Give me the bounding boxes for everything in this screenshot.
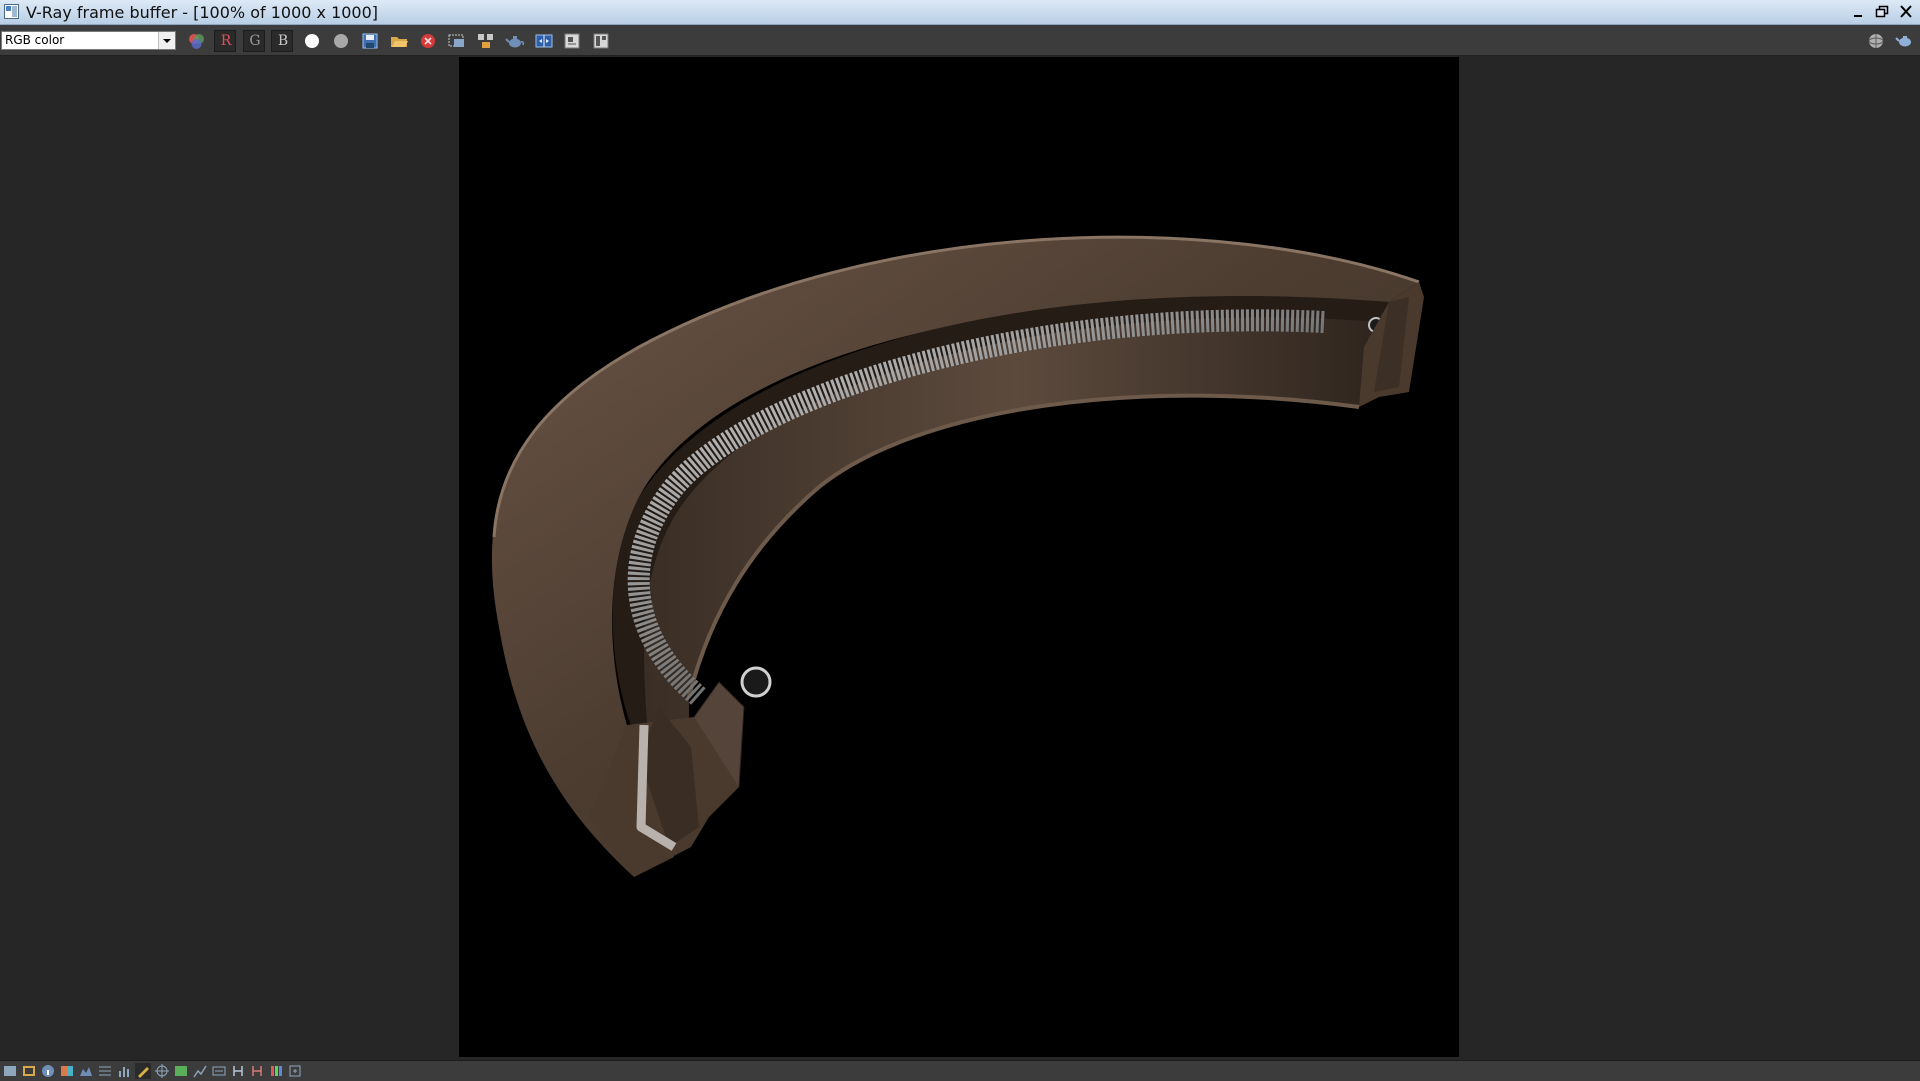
toolbar: RGB color R G B <box>0 25 1920 56</box>
lut-icon[interactable] <box>59 1063 75 1079</box>
vray-frame-buffer-window: V-Ray frame buffer - [100% of 1000 x 100… <box>0 0 1920 1081</box>
app-icon <box>4 4 19 19</box>
history-icon[interactable] <box>561 30 583 52</box>
track-mouse-icon[interactable] <box>475 30 497 52</box>
curves-icon[interactable] <box>97 1063 113 1079</box>
display-correction-icon[interactable] <box>2 1063 18 1079</box>
status-bar <box>0 1060 1920 1081</box>
stop-render-icon[interactable] <box>417 30 439 52</box>
color-bar-icon[interactable] <box>268 1063 284 1079</box>
chevron-down-icon[interactable] <box>158 32 175 49</box>
channel-g-button[interactable]: G <box>243 30 265 52</box>
seal-render-image <box>491 235 1424 878</box>
channel-select[interactable]: RGB color <box>1 31 176 50</box>
render-viewport[interactable] <box>459 57 1459 1057</box>
window-title: V-Ray frame buffer - [100% of 1000 x 100… <box>26 3 379 22</box>
title-bar: V-Ray frame buffer - [100% of 1000 x 100… <box>0 0 1920 25</box>
open-folder-icon[interactable] <box>388 30 410 52</box>
compare-icon[interactable] <box>533 30 555 52</box>
channel-b-label: B <box>277 33 289 49</box>
white-circle-icon[interactable] <box>301 30 323 52</box>
h-icon[interactable] <box>230 1063 246 1079</box>
levels-icon[interactable] <box>78 1063 94 1079</box>
globe-icon[interactable] <box>1865 30 1887 52</box>
channel-g-label: G <box>249 33 261 49</box>
channel-r-button[interactable]: R <box>214 30 236 52</box>
graph-icon[interactable] <box>192 1063 208 1079</box>
channel-select-value: RGB color <box>5 33 65 47</box>
h-icon-2[interactable] <box>249 1063 265 1079</box>
channel-r-label: R <box>220 33 232 49</box>
save-image-icon[interactable] <box>359 30 381 52</box>
region-render-icon[interactable] <box>446 30 468 52</box>
crosshair-icon[interactable] <box>154 1063 170 1079</box>
restore-button[interactable] <box>1872 2 1892 21</box>
render-teapot-icon[interactable] <box>504 30 526 52</box>
srgb-icon[interactable] <box>21 1063 37 1079</box>
channel-b-button[interactable]: B <box>271 30 293 52</box>
image-icon[interactable] <box>173 1063 189 1079</box>
close-button[interactable] <box>1896 2 1916 21</box>
pencil-icon[interactable] <box>135 1063 151 1079</box>
stamp-icon[interactable] <box>211 1063 227 1079</box>
teapot-icon[interactable] <box>1894 30 1916 52</box>
zoom-icon[interactable] <box>287 1063 303 1079</box>
info-icon[interactable] <box>40 1063 56 1079</box>
histogram-icon[interactable] <box>116 1063 132 1079</box>
color-correction-icon[interactable] <box>185 30 207 52</box>
gray-circle-icon[interactable] <box>330 30 352 52</box>
settings-panel-icon[interactable] <box>590 30 612 52</box>
minimize-button[interactable] <box>1848 2 1868 21</box>
